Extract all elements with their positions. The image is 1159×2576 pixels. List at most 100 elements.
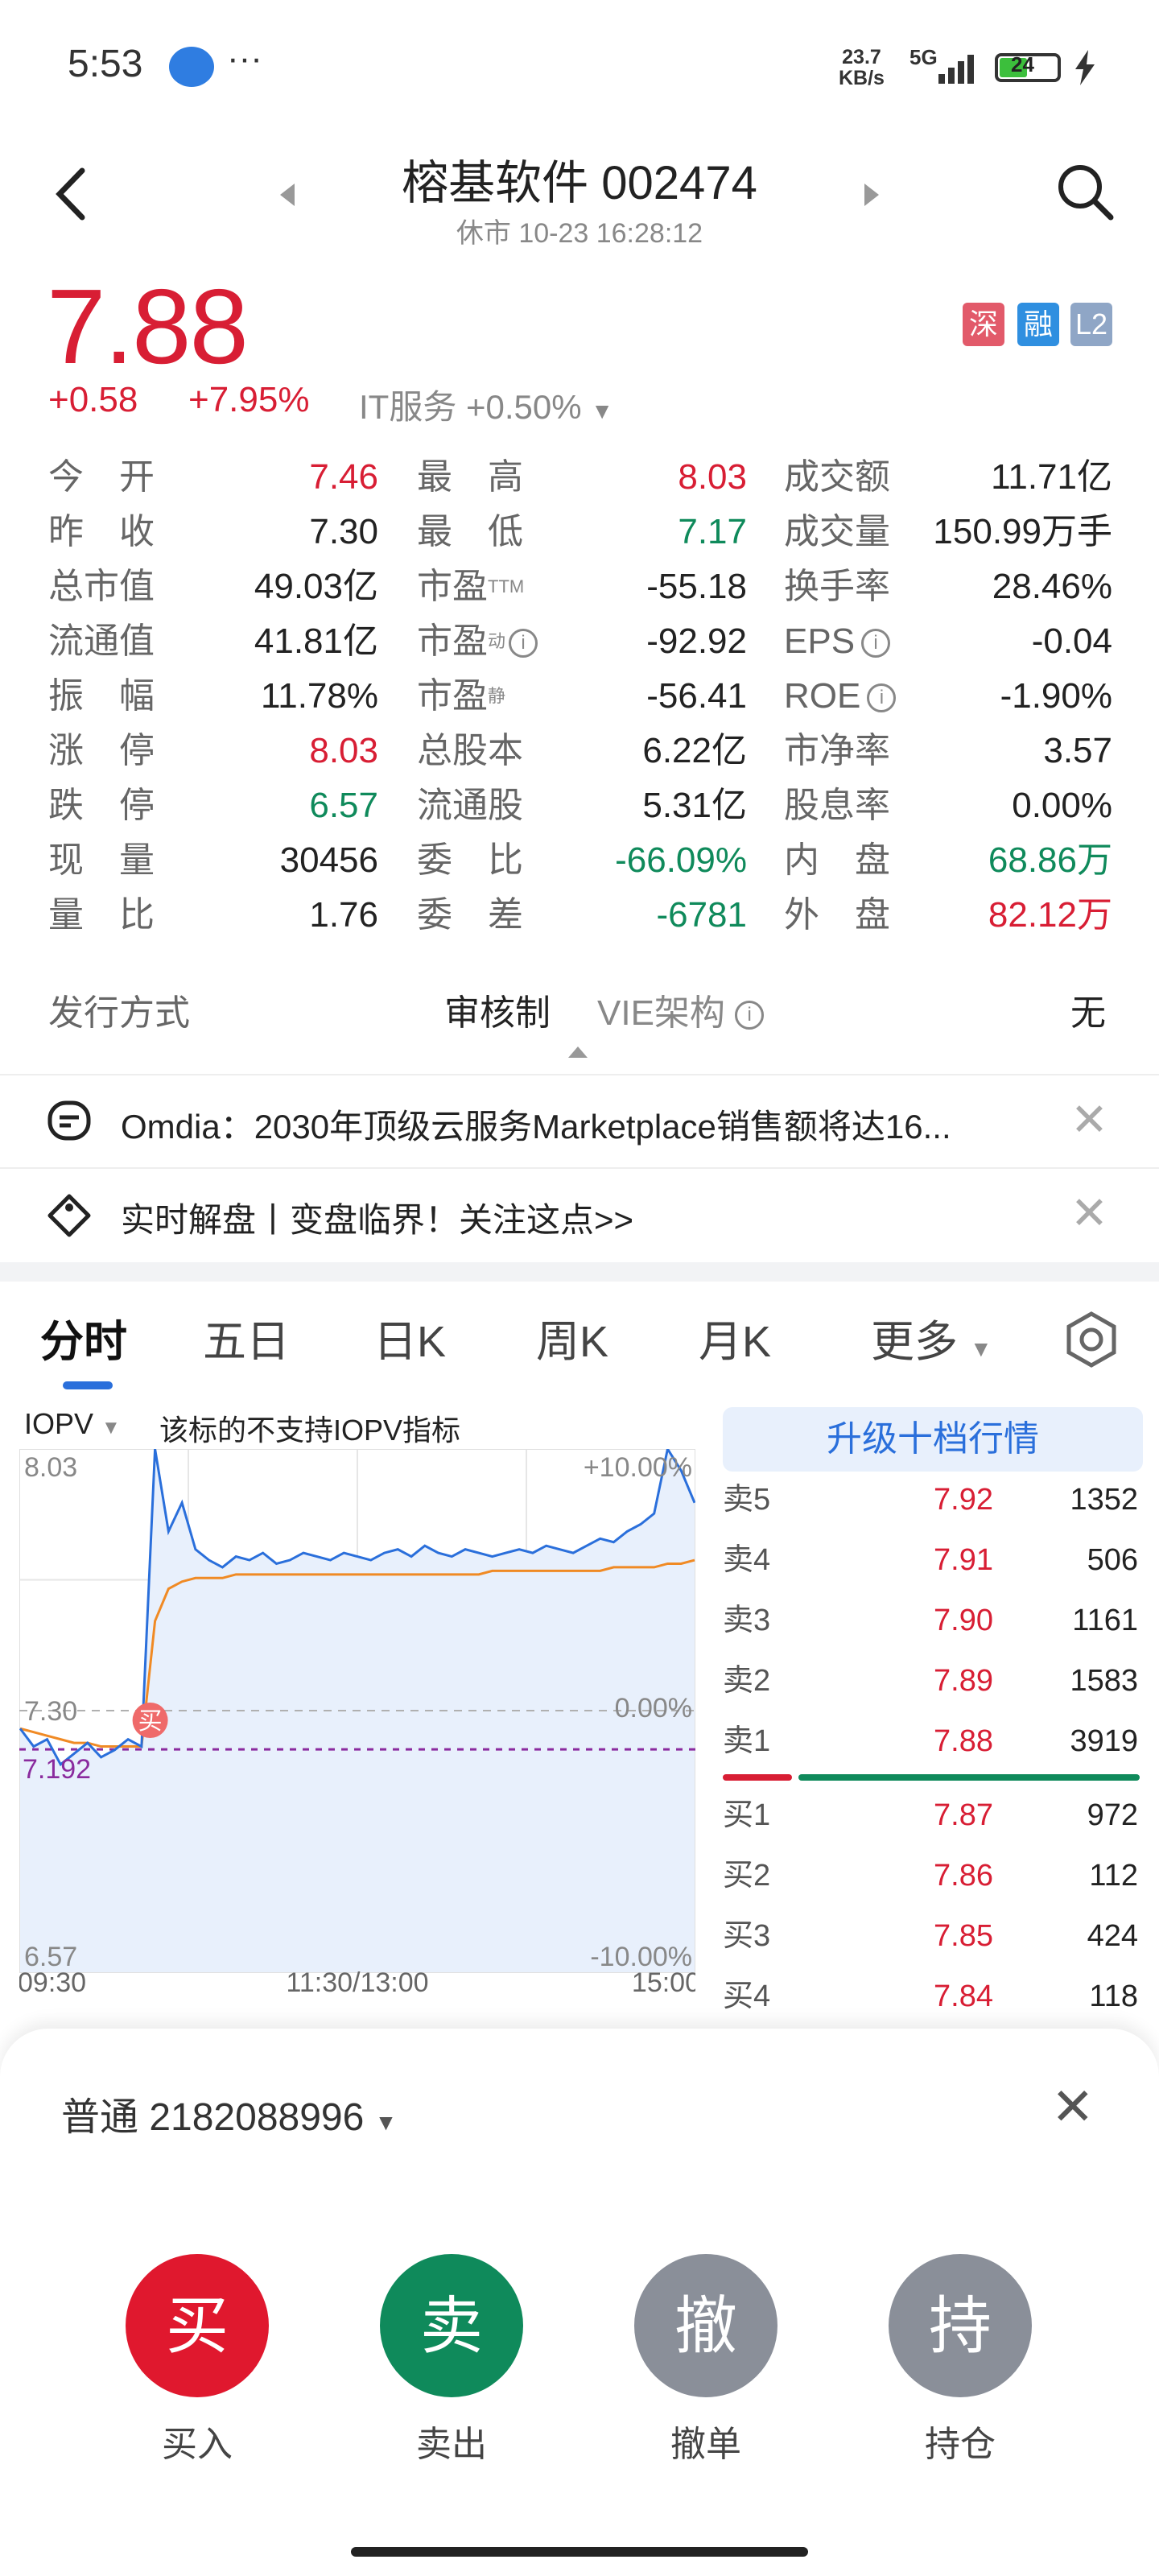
- sector-change[interactable]: IT服务 +0.50% ▼: [359, 380, 613, 429]
- close-icon[interactable]: ✕: [1051, 2077, 1095, 2137]
- bid-row[interactable]: 买2 7.86 112: [723, 1846, 1143, 1906]
- buy-button[interactable]: 买: [126, 2254, 269, 2397]
- price-change-pct: +7.95%: [188, 380, 310, 419]
- signal-5g: 5G: [909, 45, 938, 69]
- level-label: 卖5: [723, 1483, 771, 1517]
- news-text[interactable]: Omdia：2030年顶级云服务Marketplace销售额将达16...: [121, 1100, 1046, 1149]
- buy-label: 买入: [162, 2425, 233, 2464]
- buy-ratio-bar: [798, 1774, 1140, 1781]
- quote-label: 市净率: [784, 731, 890, 770]
- quote-label: 总市值: [48, 567, 155, 606]
- news-item[interactable]: 实时解盘丨变盘临界！关注这点>> ✕: [0, 1167, 1159, 1262]
- info-icon: i: [867, 683, 897, 713]
- quote-value: -55.18: [646, 567, 747, 606]
- chevron-down-icon: ▼: [591, 398, 614, 423]
- info-icon: i: [735, 1001, 765, 1030]
- level-label: 卖2: [723, 1664, 771, 1698]
- tag-icon: [47, 1194, 91, 1237]
- quote-label: 跌 停: [48, 786, 155, 825]
- position-button[interactable]: 持: [889, 2254, 1032, 2397]
- tab-indicator: [63, 1381, 113, 1389]
- tab-daily-k[interactable]: 日K: [373, 1306, 446, 1369]
- quote-value: 11.71亿: [991, 457, 1112, 497]
- level-price: 7.86: [934, 1859, 993, 1893]
- quote-label: 委 差: [417, 895, 523, 935]
- quote-label: 委 比: [417, 840, 523, 880]
- quote-label: 量 比: [48, 895, 155, 935]
- quote-value: 11.78%: [261, 676, 378, 716]
- tab-intraday[interactable]: 分时: [40, 1306, 127, 1369]
- bid-row[interactable]: 买1 7.87 972: [723, 1785, 1143, 1846]
- quote-value: 7.46: [309, 457, 378, 497]
- upgrade-button[interactable]: 升级十档行情: [723, 1407, 1143, 1472]
- chevron-down-icon: ▼: [101, 1417, 121, 1439]
- last-price: 7.88: [47, 267, 249, 386]
- intraday-chart[interactable]: 买8.037.306.57+10.00%0.00%-10.00%7.19209:…: [19, 1449, 695, 1996]
- ask-row[interactable]: 卖1 7.88 3919: [723, 1711, 1143, 1772]
- price-change: +0.58: [48, 380, 138, 419]
- quote-value: 28.46%: [992, 567, 1112, 606]
- level-volume: 112: [1089, 1859, 1138, 1893]
- level-price: 7.91: [934, 1543, 993, 1577]
- ask-row[interactable]: 卖4 7.91 506: [723, 1530, 1143, 1591]
- level-label: 卖3: [723, 1604, 771, 1637]
- level-volume: 118: [1089, 1979, 1138, 2013]
- indicator-select[interactable]: IOPV ▼: [24, 1407, 121, 1441]
- quote-value: 0.00%: [1012, 786, 1112, 825]
- level-price: 7.88: [934, 1724, 993, 1758]
- sell-button[interactable]: 卖: [380, 2254, 523, 2397]
- bid-row[interactable]: 买3 7.85 424: [723, 1906, 1143, 1967]
- quote-label: 振 幅: [48, 676, 155, 716]
- news-text[interactable]: 实时解盘丨变盘临界！关注这点>>: [121, 1193, 1046, 1242]
- ask-row[interactable]: 卖5 7.92 1352: [723, 1470, 1143, 1530]
- quote-label: 内 盘: [784, 840, 890, 880]
- x-tick-label: 15:00: [632, 1967, 695, 1996]
- quote-label: 市盈静: [417, 676, 506, 716]
- indicator-notice: 该标的不支持IOPV指标: [159, 1414, 461, 1447]
- tab-five-day[interactable]: 五日: [203, 1306, 290, 1369]
- search-icon[interactable]: [1054, 161, 1116, 222]
- tab-weekly-k[interactable]: 周K: [536, 1306, 608, 1369]
- quote-value: 8.03: [309, 731, 378, 770]
- level-label: 卖1: [723, 1724, 771, 1758]
- bid-row[interactable]: 买4 7.84 118: [723, 1967, 1143, 2027]
- buy-marker-text: 买: [138, 1708, 163, 1735]
- tag-l2: L2: [1070, 303, 1112, 346]
- sell-label: 卖出: [416, 2425, 487, 2464]
- level-volume: 424: [1087, 1919, 1138, 1953]
- quote-value: 41.81亿: [254, 621, 378, 661]
- charging-icon: [1075, 50, 1095, 85]
- signal-icon: [938, 55, 974, 84]
- collapse-arrow-icon[interactable]: [567, 1045, 589, 1059]
- settings-icon[interactable]: [1061, 1309, 1122, 1370]
- status-time: 5:53: [68, 43, 143, 85]
- quote-label: 流通值: [48, 621, 155, 661]
- account-select[interactable]: 普通 2182088996 ▼: [61, 2085, 397, 2141]
- level-price: 7.90: [934, 1604, 993, 1637]
- tab-more[interactable]: 更多 ▼: [871, 1306, 992, 1369]
- quote-label: 现 量: [48, 840, 155, 880]
- close-icon[interactable]: ✕: [1070, 1187, 1108, 1240]
- ask-row[interactable]: 卖3 7.90 1161: [723, 1591, 1143, 1651]
- vie-value: 无: [1070, 993, 1106, 1033]
- next-stock-icon[interactable]: [863, 182, 881, 208]
- vie-label: VIE架构 i: [597, 984, 765, 1035]
- tab-monthly-k[interactable]: 月K: [699, 1306, 771, 1369]
- home-indicator[interactable]: [351, 2547, 808, 2557]
- info-icon: i: [509, 629, 538, 658]
- tag-margin: 融: [1017, 303, 1059, 346]
- ask-row[interactable]: 卖2 7.89 1583: [723, 1651, 1143, 1711]
- quote-value: 7.17: [678, 512, 747, 551]
- quote-grid: 今 开 7.46 昨 收 7.30 总市值 49.03亿 流通值 41.81亿振 幅 11.78…: [0, 451, 1159, 942]
- close-icon[interactable]: ✕: [1070, 1093, 1108, 1146]
- quote-label: 外 盘: [784, 895, 890, 935]
- level-price: 7.84: [934, 1979, 993, 2013]
- level-volume: 1161: [1072, 1604, 1138, 1637]
- x-tick-label: 11:30/13:00: [286, 1967, 428, 1996]
- cancel-button[interactable]: 撤: [634, 2254, 777, 2397]
- level-volume: 1352: [1070, 1483, 1138, 1517]
- quote-label: 换手率: [784, 567, 890, 606]
- quote-value: 150.99万手: [933, 512, 1112, 551]
- news-item[interactable]: Omdia：2030年顶级云服务Marketplace销售额将达16... ✕: [0, 1074, 1159, 1167]
- quote-label: EPS i: [784, 615, 891, 668]
